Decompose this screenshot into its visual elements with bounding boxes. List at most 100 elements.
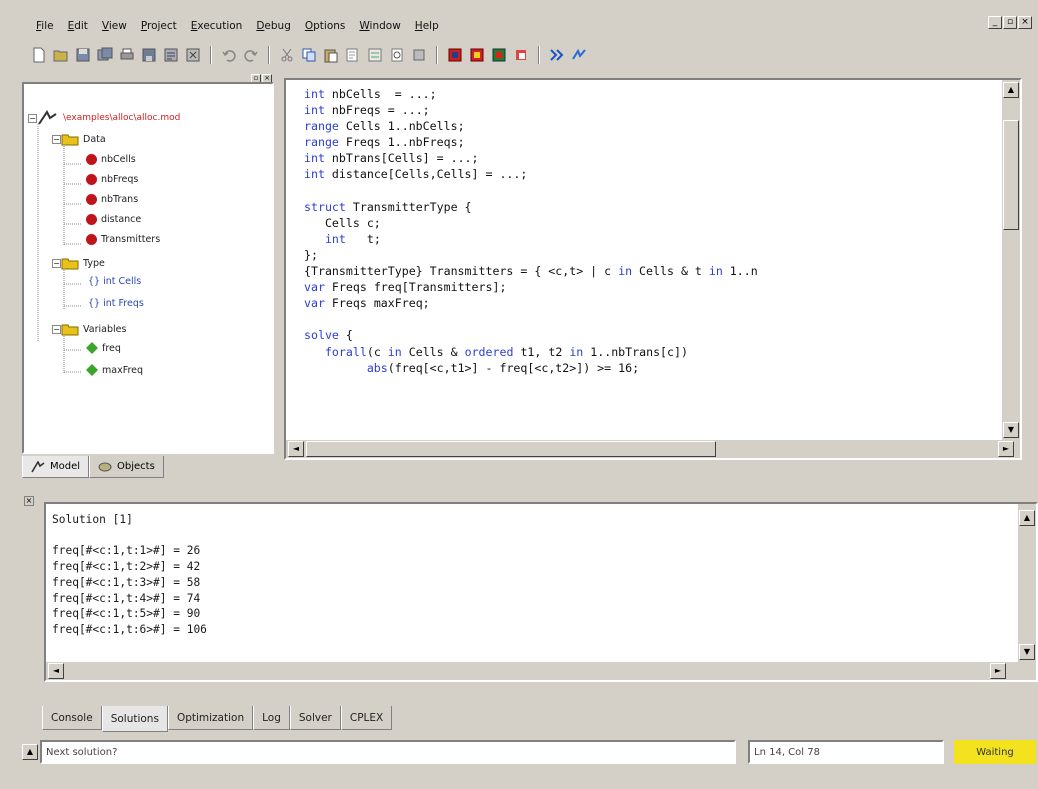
step-icon[interactable] [468,46,486,64]
toolbar-separator [268,46,270,64]
code-line[interactable]: abs(freq[<c,t1>] - freq[<c,t2>]) >= 16; [304,360,758,376]
tree-root-row[interactable]: − \examples\alloc\alloc.mod [28,110,180,126]
menu-window[interactable]: Window [359,20,400,32]
stop-icon[interactable] [410,46,428,64]
restore-button[interactable]: ▫ [1003,16,1017,29]
tree-item-type[interactable]: {} int Freqs [84,298,144,309]
copy-icon[interactable] [300,46,318,64]
menu-project[interactable]: Project [141,20,177,32]
tree-item-data[interactable]: nbTrans [86,194,138,205]
solution-line: freq[#<c:1,t:3>#] = 58 [52,575,201,589]
tree-item-type[interactable]: {} int Cells [84,276,141,287]
code-line[interactable]: range Freqs 1..nbFreqs; [304,134,758,150]
undo-icon[interactable] [220,46,238,64]
replace-icon[interactable] [366,46,384,64]
print-preview-icon[interactable] [388,46,406,64]
scroll-left-button[interactable]: ◄ [48,663,64,679]
code-line[interactable]: Cells c; [304,215,758,231]
scroll-right-button[interactable]: ► [998,441,1014,457]
scroll-thumb[interactable] [1003,120,1019,230]
paste-icon[interactable] [322,46,340,64]
save-icon[interactable] [74,46,92,64]
cut-icon[interactable] [278,46,296,64]
scroll-down-button[interactable]: ▼ [1019,644,1035,660]
code-line[interactable]: int t; [304,231,758,247]
tree-item-variable[interactable]: maxFreq [86,364,143,376]
code-line[interactable]: forall(c in Cells & ordered t1, t2 in 1.… [304,344,758,360]
debug-icon[interactable] [548,46,566,64]
redo-icon[interactable] [242,46,260,64]
tab-model[interactable]: Model [22,456,90,478]
tab-cplex[interactable]: CPLEX [340,706,393,730]
tree-item-data[interactable]: Transmitters [86,234,160,245]
code-line[interactable]: }; [304,247,758,263]
browse-icon[interactable] [490,46,508,64]
minimize-button[interactable]: _ [988,16,1002,29]
menu-execution[interactable]: Execution [191,20,243,32]
code-line[interactable]: var Freqs maxFreq; [304,295,758,311]
code-editor[interactable]: int nbCells = ...; int nbFreqs = ...; rang… [284,78,1022,460]
tree-item-data[interactable]: nbFreqs [86,174,138,185]
code-line[interactable]: {TransmitterType} Transmitters = { <c,t>… [304,263,758,279]
watch-icon[interactable] [512,46,530,64]
code-line[interactable]: int nbTrans[Cells] = ...; [304,150,758,166]
find-icon[interactable] [344,46,362,64]
output-horizontal-scrollbar[interactable]: ◄ ► [46,662,1036,680]
run-icon[interactable] [446,46,464,64]
tab-optimization[interactable]: Optimization [167,706,254,730]
tab-log[interactable]: Log [253,706,290,730]
menu-edit[interactable]: Edit [68,20,88,32]
scroll-up-button[interactable]: ▲ [1019,510,1035,526]
save-disk-icon[interactable] [140,46,158,64]
output-tabs: Console Solutions Optimization Log Solve… [42,706,393,732]
tree-item-data[interactable]: nbCells [86,154,136,165]
code-text[interactable]: int nbCells = ...; int nbFreqs = ...; rang… [304,86,758,376]
code-line[interactable]: var Freqs freq[Transmitters]; [304,279,758,295]
editor-horizontal-scrollbar[interactable]: ◄ ► [286,440,1020,458]
code-line[interactable]: struct TransmitterType { [304,199,758,215]
tree-group-data[interactable]: − Data [52,132,106,146]
tab-solver[interactable]: Solver [289,706,341,730]
scroll-left-button[interactable]: ◄ [288,441,304,457]
collapse-icon[interactable]: − [28,113,37,123]
new-icon[interactable] [30,46,48,64]
output-pane-grip[interactable]: × [22,494,36,522]
tree-group-variables[interactable]: − Variables [52,322,126,336]
menu-view[interactable]: View [102,20,127,32]
tab-console[interactable]: Console [42,706,102,730]
tab-solutions[interactable]: Solutions [101,706,168,732]
menu-options[interactable]: Options [305,20,346,32]
tree-item-variable[interactable]: freq [86,342,121,354]
scroll-thumb[interactable] [306,441,716,457]
go-icon[interactable] [570,46,588,64]
scroll-up-button[interactable]: ▲ [1003,82,1019,98]
tree-group-type[interactable]: − Type [52,256,105,270]
save-all-icon[interactable] [96,46,114,64]
menu-help[interactable]: Help [415,20,439,32]
close-button[interactable]: × [1018,16,1032,29]
properties-icon[interactable] [162,46,180,64]
output-vertical-scrollbar[interactable]: ▲ ▼ [1018,504,1036,662]
close-project-icon[interactable] [184,46,202,64]
open-icon[interactable] [52,46,70,64]
code-line[interactable]: int nbFreqs = ...; [304,102,758,118]
code-line[interactable] [304,311,758,327]
code-line[interactable]: int nbCells = ...; [304,86,758,102]
group-label-variables: Variables [83,323,127,335]
collapse-icon[interactable]: − [52,324,61,334]
code-line[interactable]: solve { [304,327,758,343]
collapse-icon[interactable]: − [52,258,61,268]
code-line[interactable]: int distance[Cells,Cells] = ...; [304,166,758,182]
status-expand-button[interactable]: ▲ [22,744,38,760]
code-line[interactable] [304,183,758,199]
collapse-icon[interactable]: − [52,134,61,144]
code-line[interactable]: range Cells 1..nbCells; [304,118,758,134]
scroll-right-button[interactable]: ► [990,663,1006,679]
editor-vertical-scrollbar[interactable]: ▲ ▼ [1002,80,1020,440]
menu-debug[interactable]: Debug [256,20,291,32]
menu-file[interactable]: File [36,20,54,32]
scroll-down-button[interactable]: ▼ [1003,422,1019,438]
print-icon[interactable] [118,46,136,64]
tab-objects[interactable]: Objects [89,456,164,478]
tree-item-data[interactable]: distance [86,214,141,225]
